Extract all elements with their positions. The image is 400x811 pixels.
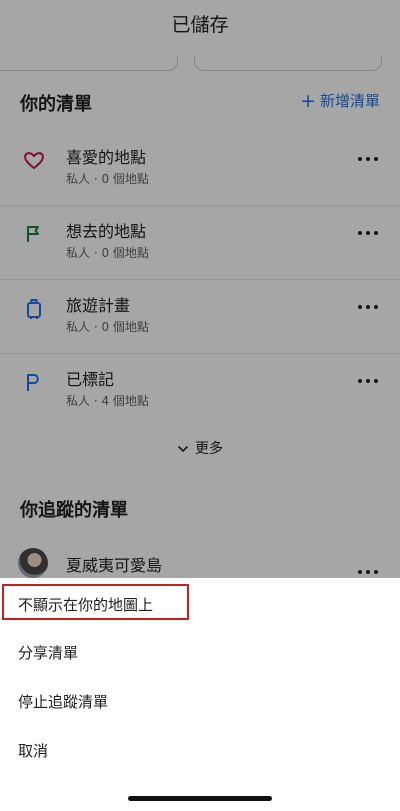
unfollow-list-option[interactable]: 停止追蹤清單 [0,679,400,725]
cancel-option[interactable]: 取消 [0,728,400,774]
option-label: 取消 [18,742,49,760]
option-label: 停止追蹤清單 [18,693,109,711]
home-indicator [128,796,272,801]
option-label: 分享清單 [18,644,79,662]
share-list-option[interactable]: 分享清單 [0,630,400,676]
highlight-box [2,584,189,620]
